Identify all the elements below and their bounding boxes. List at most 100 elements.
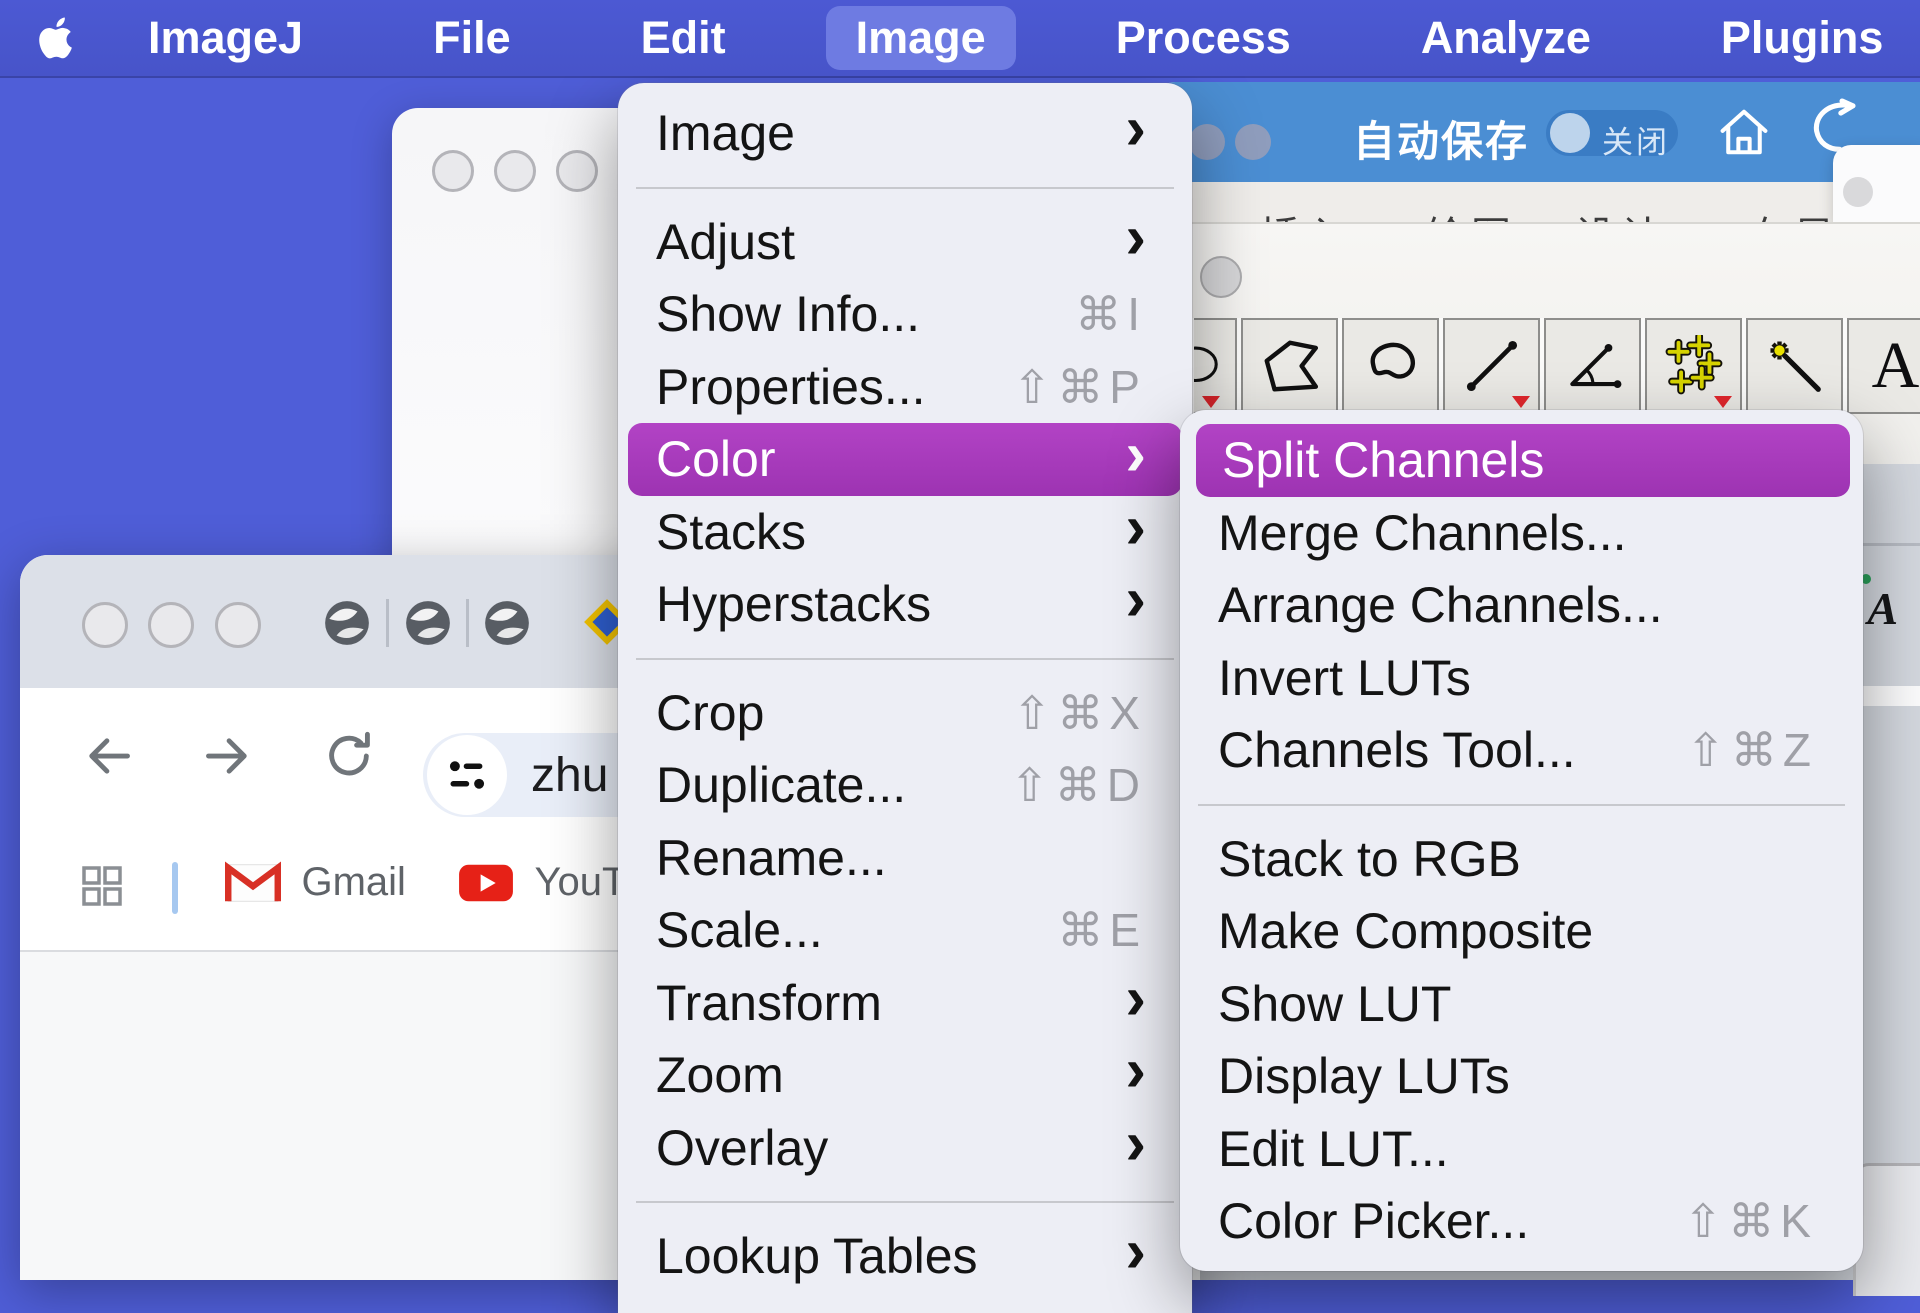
menu-item-label: Duplicate...: [656, 756, 990, 814]
image-menu-item-duplicate[interactable]: Duplicate... ⇧⌘D: [618, 749, 1192, 822]
menu-item-shortcut: ⌘I: [1075, 287, 1146, 341]
image-menu-item-stacks[interactable]: Stacks›: [618, 496, 1192, 569]
color-submenu-item-stack-to-rgb[interactable]: Stack to RGB: [1180, 823, 1863, 896]
menu-item-label: Hyperstacks: [656, 575, 1105, 633]
menubar-item-analyze[interactable]: Analyze: [1391, 6, 1621, 70]
menu-item-label: Display LUTs: [1218, 1047, 1817, 1105]
menu-item-label: Stack to RGB: [1218, 830, 1817, 888]
color-submenu-item-edit-lut[interactable]: Edit LUT...: [1180, 1113, 1863, 1186]
url-text[interactable]: zhu: [531, 748, 608, 803]
menu-item-shortcut: ⇧⌘D: [1010, 758, 1146, 812]
menubar-item-image[interactable]: Image: [826, 6, 1016, 70]
menu-item-shortcut: ⇧⌘X: [1013, 686, 1146, 740]
menu-item-label: Make Composite: [1218, 902, 1817, 960]
imagej-tool-freehand[interactable]: [1342, 318, 1439, 414]
menu-item-label: Color: [656, 430, 1105, 488]
menu-item-label: Transform: [656, 974, 1105, 1032]
menu-item-label: Zoom: [656, 1046, 1105, 1104]
menu-item-label: Channels Tool...: [1218, 721, 1666, 779]
menubar-item-file[interactable]: File: [403, 6, 541, 70]
imagej-tool-oval[interactable]: [1194, 318, 1237, 414]
traffic-light-minimize[interactable]: [148, 602, 194, 648]
menubar-item-edit[interactable]: Edit: [611, 6, 756, 70]
imagej-tool-wand[interactable]: [1746, 318, 1843, 414]
text-caret: [172, 862, 178, 914]
image-menu-separator: [618, 641, 1192, 677]
color-submenu-item-merge-channels[interactable]: Merge Channels...: [1180, 497, 1863, 570]
bookmark-gmail[interactable]: Gmail: [225, 860, 406, 905]
color-submenu: Split Channels Merge Channels... Arrange C…: [1180, 410, 1863, 1271]
menu-item-label: Rename...: [656, 829, 1146, 887]
imagej-tool-multipoint[interactable]: [1645, 318, 1742, 414]
menubar-item-process[interactable]: Process: [1086, 6, 1321, 70]
menu-item-label: Invert LUTs: [1218, 649, 1817, 707]
home-icon[interactable]: [1717, 104, 1771, 160]
color-submenu-item-channels-tool[interactable]: Channels Tool... ⇧⌘Z: [1180, 714, 1863, 787]
menubar-item-plugins[interactable]: Plugins: [1691, 6, 1914, 70]
apple-icon[interactable]: [32, 11, 82, 65]
apps-grid-icon[interactable]: [78, 862, 126, 910]
menu-item-label: Properties...: [656, 358, 993, 416]
image-menu-item-color[interactable]: Color›: [628, 423, 1182, 496]
menu-item-shortcut: ⇧⌘Z: [1686, 723, 1817, 777]
image-menu-item-zoom[interactable]: Zoom›: [618, 1039, 1192, 1112]
menu-item-label: Overlay: [656, 1119, 1105, 1177]
image-menu-item-scale[interactable]: Scale...⌘E: [618, 894, 1192, 967]
menu-item-label: Arrange Channels...: [1218, 576, 1817, 634]
color-submenu-item-invert-luts[interactable]: Invert LUTs: [1180, 642, 1863, 715]
image-menu-item-transform[interactable]: Transform›: [618, 967, 1192, 1040]
image-menu-item-lookup-tables[interactable]: Lookup Tables›: [618, 1220, 1192, 1293]
color-submenu-item-show-lut[interactable]: Show LUT: [1180, 968, 1863, 1041]
background-dialog-corner: [1853, 1163, 1920, 1296]
menu-item-shortcut: ⌘E: [1057, 903, 1146, 957]
menu-item-label: Color Picker...: [1218, 1192, 1664, 1250]
reload-icon[interactable]: [323, 730, 375, 782]
traffic-light-close[interactable]: [432, 150, 474, 192]
traffic-light-minimize[interactable]: [494, 150, 536, 192]
imagej-traffic-light[interactable]: [1200, 256, 1242, 298]
globe-tab-icon[interactable]: [403, 598, 453, 648]
window-dot: [1843, 177, 1873, 207]
image-menu-item-show-info[interactable]: Show Info...⌘I: [618, 278, 1192, 351]
menu-item-label: Split Channels: [1222, 431, 1823, 489]
menubar-item-imagej[interactable]: ImageJ: [118, 6, 333, 70]
menubar: ImageJ File Edit Image Process Analyze Plugins…: [0, 0, 1920, 76]
imagej-tool-line[interactable]: [1443, 318, 1540, 414]
imagej-tool-text[interactable]: A: [1847, 318, 1920, 414]
toggle-knob: [1550, 113, 1590, 153]
image-menu-item-rename[interactable]: Rename...: [618, 822, 1192, 895]
format-letter: A: [1867, 582, 1898, 635]
color-submenu-item-split-channels[interactable]: Split Channels: [1196, 424, 1850, 497]
autosave-toggle[interactable]: 关闭: [1546, 110, 1678, 156]
globe-tab-icon[interactable]: [322, 598, 372, 648]
back-icon[interactable]: [82, 730, 134, 782]
menu-item-label: Merge Channels...: [1218, 504, 1817, 562]
image-menu-item-properties[interactable]: Properties... ⇧⌘P: [618, 351, 1192, 424]
tune-icon[interactable]: [427, 735, 507, 815]
image-menu-item-adjust[interactable]: Adjust›: [618, 206, 1192, 279]
image-menu-item-hyperstacks[interactable]: Hyperstacks›: [618, 568, 1192, 641]
imagej-tool-angle[interactable]: [1544, 318, 1641, 414]
image-menu-item-image[interactable]: Image›: [618, 97, 1192, 170]
color-submenu-item-arrange-channels[interactable]: Arrange Channels...: [1180, 569, 1863, 642]
image-menu-item-overlay[interactable]: Overlay›: [618, 1112, 1192, 1185]
menu-item-shortcut: ⇧⌘P: [1013, 360, 1146, 414]
gmail-icon: [225, 861, 281, 905]
menu-item-label: Adjust: [656, 213, 1105, 271]
image-menu-item-crop[interactable]: Crop⇧⌘X: [618, 677, 1192, 750]
traffic-light-zoom[interactable]: [215, 602, 261, 648]
imagej-tool-polygon[interactable]: [1241, 318, 1338, 414]
traffic-light-close[interactable]: [82, 602, 128, 648]
office-traffic-light[interactable]: [1235, 124, 1271, 160]
color-submenu-item-color-picker[interactable]: Color Picker...⇧⌘K: [1180, 1185, 1863, 1258]
office-traffic-light[interactable]: [1189, 124, 1225, 160]
divider: [1860, 543, 1920, 546]
autosave-label: 自动保存: [1353, 108, 1529, 169]
tool-dropdown-marker: [1202, 396, 1220, 408]
forward-icon[interactable]: [202, 730, 254, 782]
traffic-light-zoom[interactable]: [556, 150, 598, 192]
color-submenu-item-display-luts[interactable]: Display LUTs: [1180, 1040, 1863, 1113]
divider: [466, 599, 469, 647]
globe-tab-icon[interactable]: [482, 598, 532, 648]
color-submenu-item-make-composite[interactable]: Make Composite: [1180, 895, 1863, 968]
